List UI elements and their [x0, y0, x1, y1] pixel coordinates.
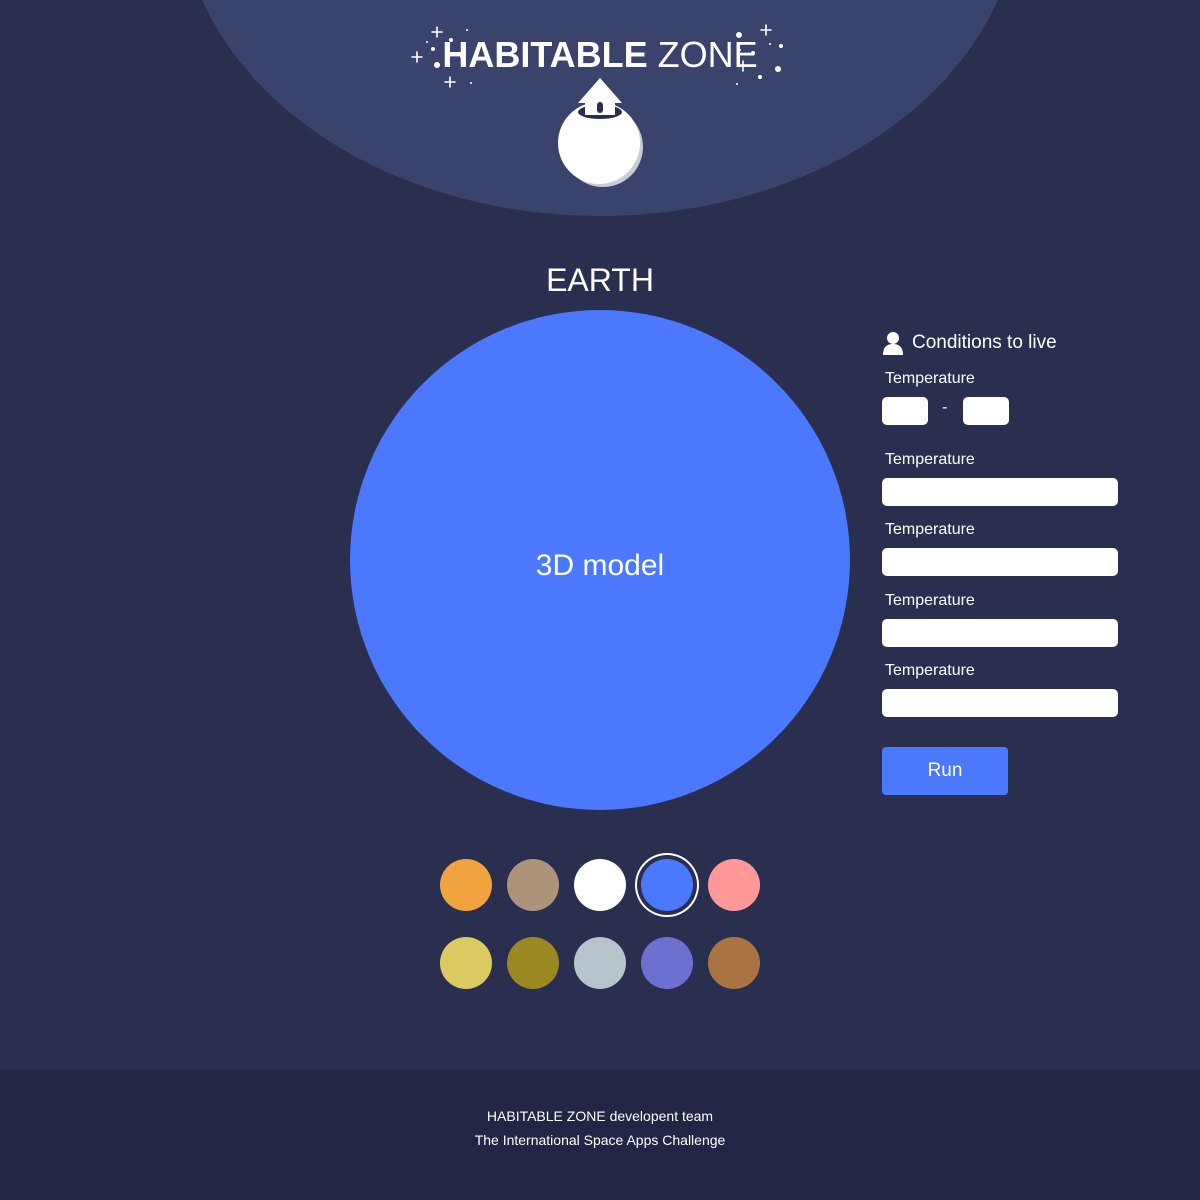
person-icon — [883, 332, 903, 355]
color-swatch[interactable] — [574, 859, 626, 911]
field-label-2: Temperature — [885, 521, 975, 538]
temperature-range: - — [882, 397, 1118, 425]
conditions-title-text: Conditions to live — [912, 332, 1057, 353]
logo-light-text: ZONE — [657, 34, 758, 75]
logo-title: HABITABLE ZONE — [0, 34, 1200, 76]
footer-team-rest: ZONE developent team — [566, 1108, 714, 1124]
conditions-panel: Conditions to live Temperature - Tempera… — [882, 330, 1118, 795]
temperature-min-input[interactable] — [882, 397, 928, 425]
field-label-1: Temperature — [885, 451, 975, 468]
color-swatch[interactable] — [641, 859, 693, 911]
color-swatch[interactable] — [574, 937, 626, 989]
color-swatch[interactable] — [440, 859, 492, 911]
color-swatch[interactable] — [507, 859, 559, 911]
temperature-max-input[interactable] — [963, 397, 1009, 425]
planet-3d-model[interactable]: 3D model — [350, 310, 850, 810]
field-label-4: Temperature — [885, 662, 975, 679]
color-swatch[interactable] — [641, 937, 693, 989]
temperature-range-label: Temperature — [885, 370, 975, 387]
planet-model-label: 3D model — [535, 549, 665, 582]
planet-name: EARTH — [546, 262, 654, 298]
conditions-title: Conditions to live — [882, 330, 1118, 356]
color-swatch[interactable] — [708, 859, 760, 911]
range-separator: - — [942, 399, 948, 416]
field-label-3: Temperature — [885, 592, 975, 609]
footer-challenge: The International Space Apps Challenge — [474, 1132, 726, 1148]
color-swatch[interactable] — [708, 937, 760, 989]
footer: HABITABLE ZONE developent team The Inter… — [0, 1070, 1200, 1200]
footer-team: HABITABLE ZONE developent team — [0, 1108, 1200, 1124]
logo-bold-text: HABITABLE — [442, 34, 648, 75]
field-input-3[interactable] — [882, 619, 1118, 647]
color-swatch[interactable] — [507, 937, 559, 989]
field-input-2[interactable] — [882, 548, 1118, 576]
color-swatch[interactable] — [440, 937, 492, 989]
run-button[interactable]: Run — [882, 747, 1008, 795]
field-input-4[interactable] — [882, 689, 1118, 717]
planet-house-icon — [558, 78, 643, 187]
footer-team-bold: HABITABLE — [486, 1108, 563, 1124]
field-input-1[interactable] — [882, 478, 1118, 506]
